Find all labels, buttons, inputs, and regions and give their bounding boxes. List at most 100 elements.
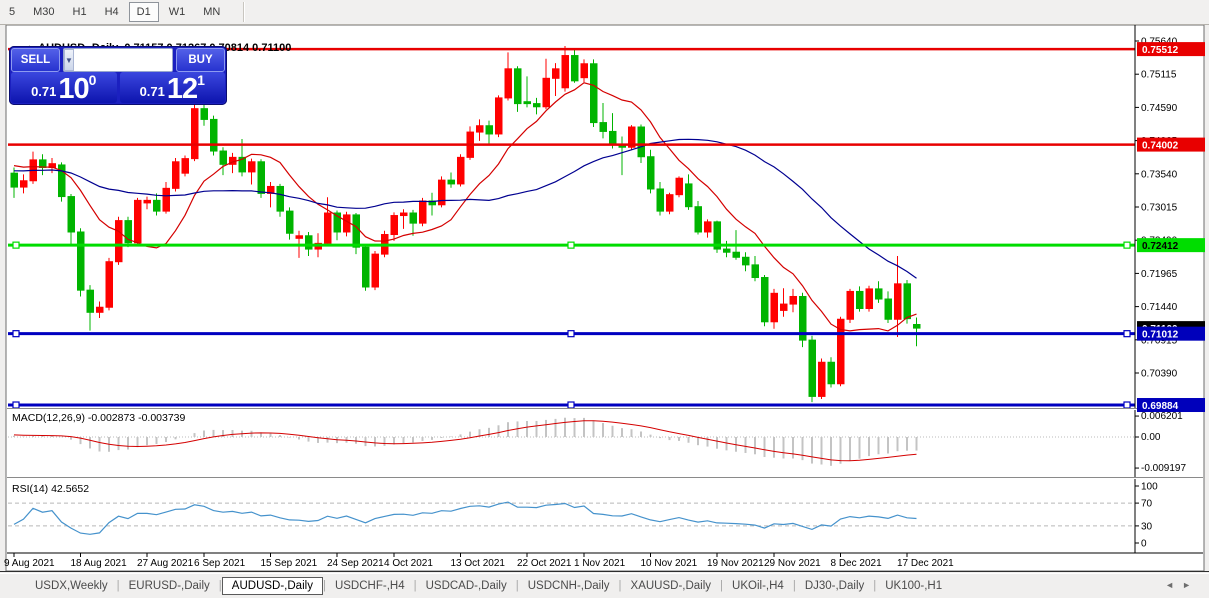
candle-body xyxy=(743,257,750,265)
line-handle[interactable] xyxy=(568,242,574,248)
line-handle[interactable] xyxy=(1124,242,1130,248)
candle-body xyxy=(249,162,256,172)
date-label: 13 Oct 2021 xyxy=(451,558,506,569)
line-handle[interactable] xyxy=(1124,331,1130,337)
date-label: 15 Sep 2021 xyxy=(261,558,318,569)
volume-decrease-button[interactable]: ▼ xyxy=(64,49,74,71)
candle-body xyxy=(163,188,170,211)
volume-input[interactable] xyxy=(74,49,173,71)
candle-body xyxy=(914,325,921,329)
candle-body xyxy=(287,211,294,233)
timeframe-button-m30[interactable]: M30 xyxy=(25,2,62,22)
candle-body xyxy=(458,157,465,184)
candle-body xyxy=(410,213,417,223)
candle-body xyxy=(11,173,18,187)
sell-button[interactable]: SELL xyxy=(11,48,60,72)
candle-body xyxy=(648,157,655,189)
price-badge-0.75512: 0.75512 xyxy=(1137,42,1205,56)
buy-price-display[interactable]: 0.71 12 1 xyxy=(120,72,226,103)
candle-body xyxy=(391,216,398,235)
badge-text: 0.75512 xyxy=(1142,45,1179,56)
line-handle[interactable] xyxy=(13,331,19,337)
timeframe-button-h4[interactable]: H4 xyxy=(97,2,127,22)
line-handle[interactable] xyxy=(13,242,19,248)
rsi-tick-label: 30 xyxy=(1141,521,1153,532)
candle-body xyxy=(562,56,569,88)
date-label: 24 Sep 2021 xyxy=(327,558,384,569)
candle-body xyxy=(201,109,208,120)
badge-text: 0.72412 xyxy=(1142,241,1179,252)
candle-body xyxy=(610,131,617,144)
line-handle[interactable] xyxy=(1124,402,1130,408)
badge-text: 0.71012 xyxy=(1142,330,1179,341)
candle-body xyxy=(819,362,826,396)
timeframe-button-5[interactable]: 5 xyxy=(1,2,23,22)
candle-body xyxy=(296,236,303,239)
rsi-tick-label: 0 xyxy=(1141,539,1147,550)
candle-body xyxy=(600,123,607,132)
chart-window-background xyxy=(6,25,1204,571)
price-tick-label: 0.75115 xyxy=(1141,70,1177,81)
candle-body xyxy=(420,201,427,223)
chart-tab-dj30-daily[interactable]: DJ30-,Daily xyxy=(796,577,873,595)
candle-body xyxy=(182,159,189,174)
date-label: 18 Aug 2021 xyxy=(71,558,128,569)
macd-indicator-label: MACD(12,26,9) -0.002873 -0.003739 xyxy=(12,412,185,424)
candle-body xyxy=(524,102,531,104)
date-label: 9 Aug 2021 xyxy=(4,558,55,569)
line-handle[interactable] xyxy=(13,402,19,408)
candle-body xyxy=(638,127,645,157)
date-label: 27 Aug 2021 xyxy=(137,558,194,569)
buy-price-point: 1 xyxy=(197,72,205,88)
candle-body xyxy=(752,265,759,278)
line-handle[interactable] xyxy=(568,402,574,408)
date-label: 19 Nov 2021 xyxy=(707,558,764,569)
candle-body xyxy=(220,151,227,164)
candle-body xyxy=(733,252,740,257)
candle-body xyxy=(277,186,284,211)
tab-scroll-arrows[interactable]: ◄► xyxy=(1165,580,1199,590)
chart-tab-uk100-h1[interactable]: UK100-,H1 xyxy=(876,577,951,595)
date-label: 8 Dec 2021 xyxy=(831,558,883,569)
chart-tab-eurusd-daily[interactable]: EURUSD-,Daily xyxy=(120,577,219,595)
candle-body xyxy=(885,299,892,319)
candle-body xyxy=(106,262,113,308)
sell-price-point: 0 xyxy=(89,72,97,88)
candle-body xyxy=(762,278,769,322)
sell-price-pips: 10 xyxy=(58,76,88,102)
price-tick-label: 0.73540 xyxy=(1141,169,1178,180)
timeframe-button-h1[interactable]: H1 xyxy=(65,2,95,22)
line-handle[interactable] xyxy=(568,331,574,337)
candle-body xyxy=(686,184,693,207)
chart-tab-usdchf-h4[interactable]: USDCHF-,H4 xyxy=(326,577,414,595)
chart-tab-usdcad-daily[interactable]: USDCAD-,Daily xyxy=(417,577,516,595)
candle-body xyxy=(572,56,579,81)
date-label: 29 Nov 2021 xyxy=(764,558,821,569)
chart-tab-usdx-weekly[interactable]: USDX,Weekly xyxy=(26,577,117,595)
chart-tab-ukoil-h4[interactable]: UKOil-,H4 xyxy=(723,577,793,595)
chart-tab-xauusd-daily[interactable]: XAUUSD-,Daily xyxy=(622,577,721,595)
candle-body xyxy=(448,180,455,184)
date-label: 17 Dec 2021 xyxy=(897,558,954,569)
buy-button[interactable]: BUY xyxy=(176,48,225,72)
buy-price-pips: 12 xyxy=(167,76,197,102)
volume-spinner: ▼ ▲ xyxy=(63,48,173,72)
chart-tab-usdcnh-daily[interactable]: USDCNH-,Daily xyxy=(519,577,619,595)
candle-body xyxy=(676,178,683,194)
toolbar-separator xyxy=(243,2,245,22)
date-label: 4 Oct 2021 xyxy=(384,558,433,569)
rsi-tick-label: 70 xyxy=(1141,499,1153,510)
macd-tick-label: 0.00 xyxy=(1141,432,1161,443)
chart-tab-audusd-daily[interactable]: AUDUSD-,Daily xyxy=(222,577,323,595)
candle-body xyxy=(135,200,142,242)
macd-tick-label: -0.009197 xyxy=(1141,463,1186,474)
timeframe-button-mn[interactable]: MN xyxy=(195,2,228,22)
candle-body xyxy=(78,232,85,290)
candle-body xyxy=(505,69,512,98)
macd-tick-label: 0.006201 xyxy=(1141,411,1183,422)
timeframe-button-w1[interactable]: W1 xyxy=(161,2,194,22)
candle-body xyxy=(477,126,484,132)
timeframe-button-d1[interactable]: D1 xyxy=(129,2,159,22)
sell-price-display[interactable]: 0.71 10 0 xyxy=(11,72,117,103)
rsi-tick-label: 100 xyxy=(1141,482,1158,493)
